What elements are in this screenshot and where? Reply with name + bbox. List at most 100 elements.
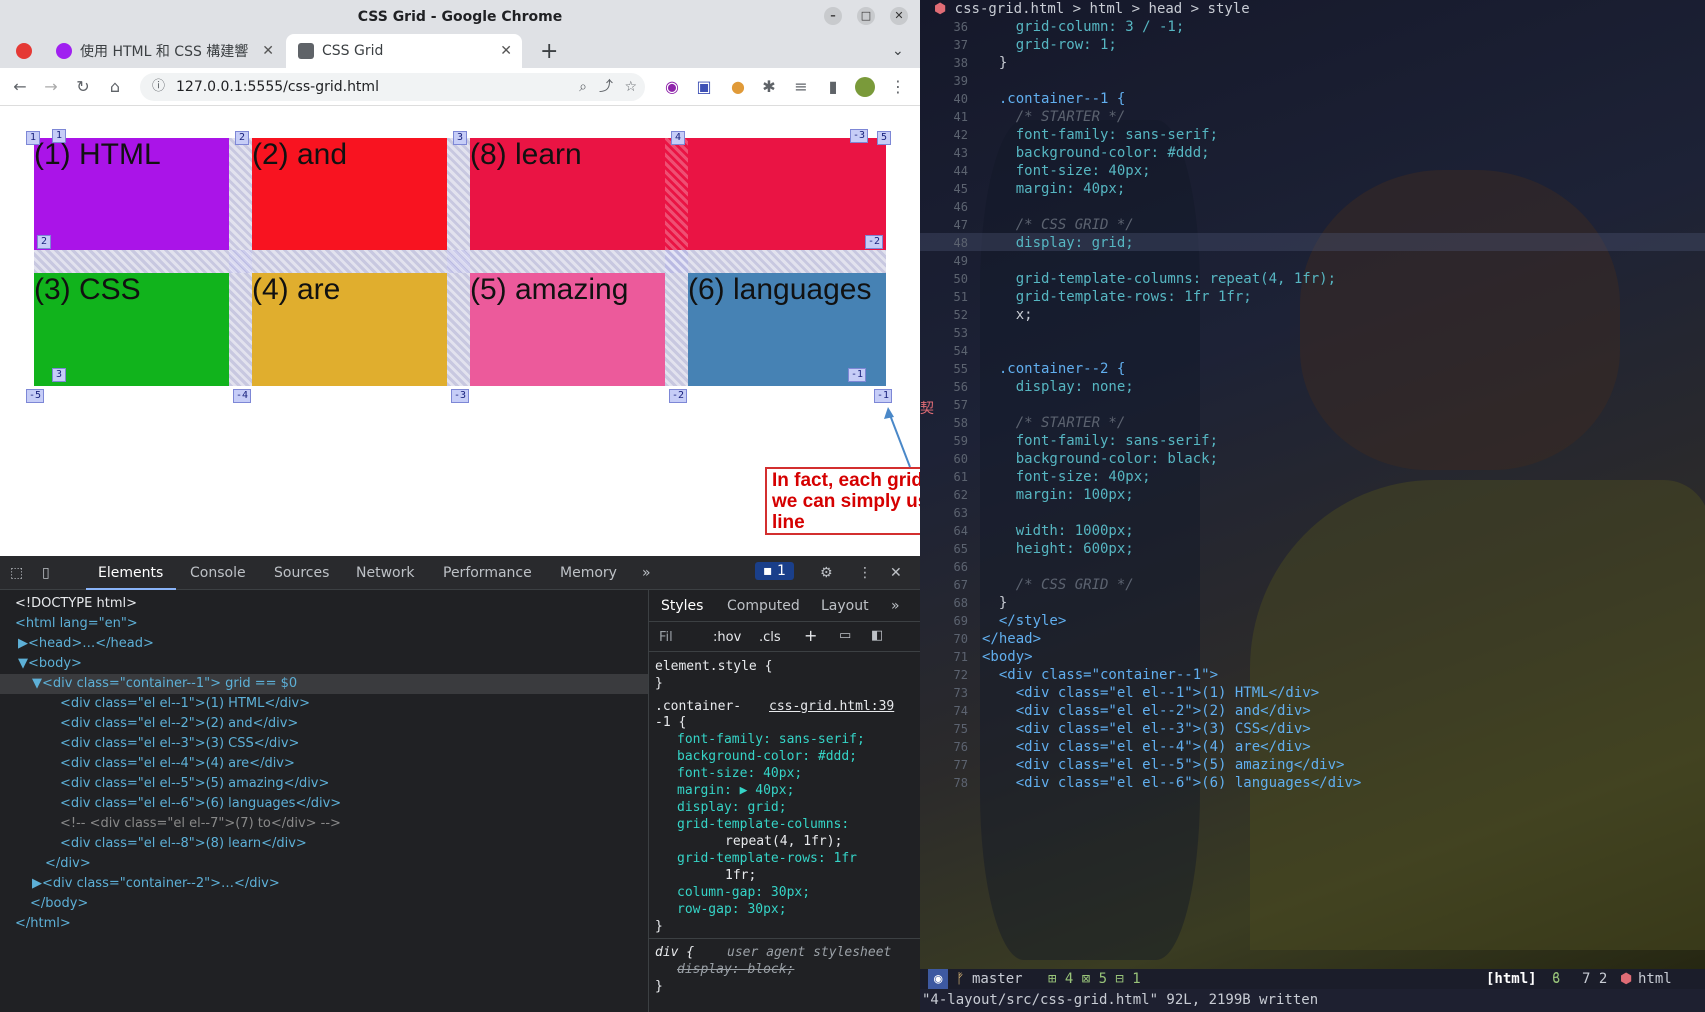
tab-sources[interactable]: Sources [274,565,329,581]
dom-line[interactable]: <div class="el el--2">(2) and</div> [60,714,298,734]
style-declaration[interactable]: display: grid; [677,799,787,816]
code-line[interactable]: /* CSS GRID */ [982,576,1134,594]
dom-line[interactable]: <!DOCTYPE html> [15,594,137,614]
side-panel-icon[interactable]: ▮ [823,77,843,97]
tab-console[interactable]: Console [190,565,246,581]
toggle-sidebar-icon[interactable]: ◧ [871,627,883,644]
media-icon[interactable]: ≡ [791,77,811,97]
maximize-icon[interactable]: □ [857,7,875,25]
tab-layout[interactable]: Layout [821,598,869,615]
code-line[interactable]: <div class="el el--4">(4) are</div> [982,738,1311,756]
code-line[interactable]: font-size: 40px; [982,468,1151,486]
style-declaration[interactable]: background-color: #ddd; [677,748,857,765]
dom-line[interactable]: <div class="el el--4">(4) are</div> [60,754,295,774]
info-icon[interactable]: ⓘ [152,73,165,101]
code-line[interactable]: .container--2 { [982,360,1125,378]
dom-line[interactable]: </div> [45,854,91,874]
new-rule-icon[interactable]: + [804,627,817,644]
issues-badge[interactable]: ▪ 1 [755,562,794,580]
code-line[interactable]: background-color: black; [982,450,1218,468]
cookie-icon[interactable]: ● [728,77,748,97]
code-line[interactable]: display: none; [982,378,1134,396]
new-tab-icon[interactable]: + [528,34,558,68]
code-line[interactable]: /* CSS GRID */ [982,216,1134,234]
paint-icon[interactable]: ▭ [839,627,851,644]
code-line[interactable]: <div class="el el--6">(6) languages</div… [982,774,1362,792]
code-line[interactable]: </head> [982,630,1041,648]
code-line[interactable]: x; [982,306,1033,324]
dom-line-selected[interactable]: ▼<div class="container--1"> grid == $0 [32,674,297,694]
close-window-icon[interactable]: ✕ [890,7,908,25]
dom-line[interactable]: </body> [30,894,88,914]
tab-search-icon[interactable]: ⌄ [880,34,910,68]
tab-css-grid[interactable]: CSS Grid ✕ [286,34,522,68]
code-line[interactable]: display: grid; [982,234,1134,252]
device-toolbar-icon[interactable]: ▯ [42,565,50,581]
dom-line[interactable]: </html> [15,914,71,934]
style-declaration[interactable]: grid-template-columns: [677,816,849,833]
devtools-menu-icon[interactable]: ⋮ [858,565,872,581]
zoom-icon[interactable]: ⌕ [579,73,587,101]
tab-close-icon[interactable]: ✕ [500,43,512,59]
extension-google-translate-icon[interactable]: ▣ [694,77,714,97]
hov-button[interactable]: :hov [713,629,741,646]
code-line[interactable]: font-family: sans-serif; [982,432,1218,450]
extension-translate-icon[interactable]: ◉ [662,77,682,97]
style-declaration[interactable]: font-family: sans-serif; [677,731,865,748]
code-line[interactable]: grid-template-rows: 1fr 1fr; [982,288,1252,306]
dom-line[interactable]: <div class="el el--6">(6) languages</div… [60,794,341,814]
code-line[interactable]: margin: 40px; [982,180,1126,198]
settings-gear-icon[interactable]: ⚙ [820,565,833,581]
style-declaration[interactable]: column-gap: 30px; [677,884,810,901]
minimize-icon[interactable]: – [824,7,842,25]
styles-filter-input[interactable]: Fil [659,629,673,646]
inspect-element-icon[interactable]: ⬚ [10,565,23,581]
dom-line[interactable]: ▶<head>…</head> [18,634,154,654]
code-line[interactable]: <div class="container--1"> [982,666,1218,684]
style-declaration[interactable]: font-size: 40px; [677,765,802,782]
dom-line[interactable]: <div class="el el--1">(1) HTML</div> [60,694,310,714]
code-line[interactable]: <div class="el el--3">(3) CSS</div> [982,720,1311,738]
devtools-close-icon[interactable]: ✕ [890,565,902,581]
dom-comment[interactable]: <!-- <div class="el el--7">(7) to</div> … [60,814,341,834]
code-line[interactable]: <div class="el el--5">(5) amazing</div> [982,756,1345,774]
back-icon[interactable]: ← [10,77,30,97]
code-line[interactable]: width: 1000px; [982,522,1134,540]
code-line[interactable]: <body> [982,648,1033,666]
tab-course[interactable]: 使用 HTML 和 CSS 構建響 ✕ [44,34,284,68]
tab-close-icon[interactable]: ✕ [262,43,274,59]
code-line[interactable]: background-color: #ddd; [982,144,1210,162]
code-line[interactable]: </style> [982,612,1066,630]
dom-line[interactable]: <div class="el el--8">(8) learn</div> [60,834,307,854]
style-source-link[interactable]: css-grid.html:39 [769,698,894,715]
reload-icon[interactable]: ↻ [73,77,93,97]
code-line[interactable]: /* STARTER */ [982,108,1126,126]
code-line[interactable]: } [982,54,1007,72]
code-line[interactable]: <div class="el el--2">(2) and</div> [982,702,1311,720]
dom-line[interactable]: ▼<body> [18,654,82,674]
code-line[interactable]: margin: 100px; [982,486,1134,504]
style-declaration[interactable]: margin: ▶ 40px; [677,782,794,799]
code-line[interactable]: grid-row: 1; [982,36,1117,54]
bookmark-star-icon[interactable]: ☆ [624,73,637,101]
code-line[interactable]: /* STARTER */ [982,414,1126,432]
style-declaration[interactable]: grid-template-rows: 1fr [677,850,857,867]
code-line[interactable]: font-size: 40px; [982,162,1151,180]
more-panes-icon[interactable]: » [891,598,900,615]
more-tabs-icon[interactable]: » [642,565,651,581]
share-icon[interactable]: ⤴ [599,73,613,101]
style-declaration[interactable]: row-gap: 30px; [677,901,787,918]
tab-elements[interactable]: Elements [98,565,163,581]
tab-performance[interactable]: Performance [443,565,532,581]
code-line[interactable]: .container--1 { [982,90,1125,108]
code-line[interactable]: height: 600px; [982,540,1134,558]
profile-avatar[interactable] [855,77,875,97]
tab-network[interactable]: Network [356,565,414,581]
dom-line[interactable]: <div class="el el--3">(3) CSS</div> [60,734,299,754]
tab-styles[interactable]: Styles [661,598,703,615]
code-line[interactable]: font-family: sans-serif; [982,126,1218,144]
tab-memory[interactable]: Memory [560,565,617,581]
tab-computed[interactable]: Computed [727,598,800,615]
dom-line[interactable]: <html lang="en"> [15,614,138,634]
home-icon[interactable]: ⌂ [105,77,125,97]
